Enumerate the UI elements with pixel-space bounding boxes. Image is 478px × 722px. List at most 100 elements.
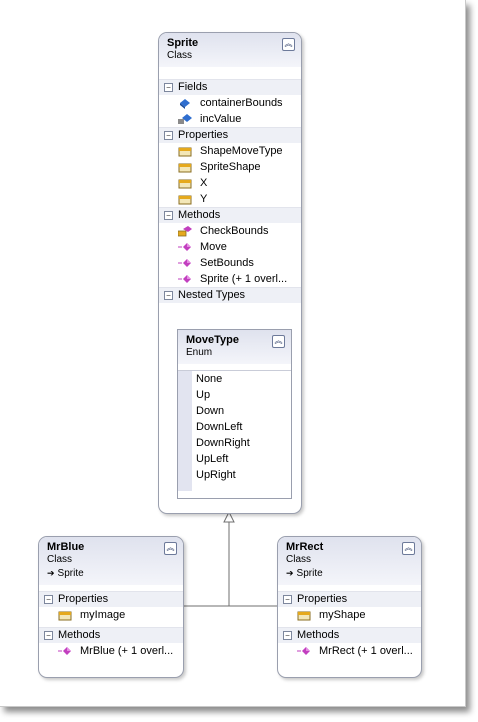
class-title: Sprite xyxy=(167,37,199,49)
section-label: Fields xyxy=(178,81,208,93)
enum-movetype[interactable]: MoveType Enum ︽ None Up Down DownLeft Do… xyxy=(177,329,292,499)
base-class: ➔ Sprite xyxy=(286,568,413,579)
member-property[interactable]: myImage xyxy=(39,607,183,623)
member-method[interactable]: Move xyxy=(159,239,301,255)
member-property[interactable]: Y xyxy=(159,191,301,207)
section-methods[interactable]: − Methods xyxy=(159,207,301,223)
member-label: myShape xyxy=(319,609,366,621)
property-icon xyxy=(178,195,192,205)
section-label: Properties xyxy=(178,129,229,141)
member-label: incValue xyxy=(200,113,242,125)
collapse-minus-icon[interactable]: − xyxy=(283,595,292,604)
section-fields[interactable]: − Fields xyxy=(159,79,301,95)
method-icon xyxy=(178,275,191,283)
member-label: Sprite (+ 1 overl... xyxy=(200,273,288,285)
base-class: ➔ Sprite xyxy=(47,568,175,579)
private-field-icon xyxy=(178,114,192,124)
collapse-chevron-icon[interactable]: ︽ xyxy=(272,335,285,348)
class-title: MrBlue xyxy=(47,541,85,553)
enum-value[interactable]: DownLeft xyxy=(178,419,291,435)
section-label: Methods xyxy=(58,629,101,641)
member-label: X xyxy=(200,177,208,189)
section-methods[interactable]: − Methods xyxy=(278,627,421,643)
enum-value[interactable]: DownRight xyxy=(178,435,291,451)
property-icon xyxy=(178,163,192,173)
member-label: myImage xyxy=(80,609,126,621)
class-mrrect[interactable]: MrRect Class ➔ Sprite ︽ − Properties mySh… xyxy=(277,536,422,678)
member-property[interactable]: X xyxy=(159,175,301,191)
method-icon xyxy=(178,259,191,267)
section-properties[interactable]: − Properties xyxy=(278,591,421,607)
member-label: Move xyxy=(200,241,227,253)
member-label: Y xyxy=(200,193,208,205)
protected-method-icon xyxy=(178,226,192,237)
enum-value[interactable]: UpLeft xyxy=(178,451,291,467)
method-icon xyxy=(178,243,191,251)
member-method[interactable]: MrBlue (+ 1 overl... xyxy=(39,643,183,659)
property-icon xyxy=(58,611,72,621)
collapse-minus-icon[interactable]: − xyxy=(44,595,53,604)
section-properties[interactable]: − Properties xyxy=(39,591,183,607)
enum-kind: Enum xyxy=(186,347,213,358)
enum-values: None Up Down DownLeft DownRight UpLeft U… xyxy=(178,370,291,491)
collapse-minus-icon[interactable]: − xyxy=(164,291,173,300)
section-label: Properties xyxy=(58,593,109,605)
class-kind: Class xyxy=(47,554,73,565)
section-properties[interactable]: − Properties xyxy=(159,127,301,143)
class-mrblue[interactable]: MrBlue Class ➔ Sprite ︽ − Properties myIm… xyxy=(38,536,184,678)
member-method[interactable]: CheckBounds xyxy=(159,223,301,239)
section-label: Nested Types xyxy=(178,289,246,301)
base-class-label: Sprite xyxy=(296,568,323,579)
member-label: MrRect (+ 1 overl... xyxy=(319,645,413,657)
enum-value[interactable]: Down xyxy=(178,403,291,419)
collapse-minus-icon[interactable]: − xyxy=(164,131,173,140)
section-nested-types[interactable]: − Nested Types xyxy=(159,287,301,303)
collapse-chevron-icon[interactable]: ︽ xyxy=(402,542,415,555)
member-label: ShapeMoveType xyxy=(200,145,283,157)
member-method[interactable]: SetBounds xyxy=(159,255,301,271)
collapse-minus-icon[interactable]: − xyxy=(164,211,173,220)
collapse-chevron-icon[interactable]: ︽ xyxy=(282,38,295,51)
member-label: SpriteShape xyxy=(200,161,261,173)
collapse-minus-icon[interactable]: − xyxy=(164,83,173,92)
class-kind: Class xyxy=(286,554,312,565)
inherits-arrow-icon: ➔ xyxy=(47,568,55,578)
enum-value[interactable]: UpRight xyxy=(178,467,291,483)
enum-header: MoveType Enum ︽ xyxy=(178,330,291,364)
inherits-arrow-icon: ➔ xyxy=(286,568,294,578)
section-label: Methods xyxy=(297,629,340,641)
class-header: MrBlue Class ➔ Sprite ︽ xyxy=(39,537,183,585)
class-kind: Class xyxy=(167,50,193,61)
enum-value[interactable]: Up xyxy=(178,387,291,403)
field-icon xyxy=(180,99,190,109)
member-property[interactable]: SpriteShape xyxy=(159,159,301,175)
member-method[interactable]: Sprite (+ 1 overl... xyxy=(159,271,301,287)
member-property[interactable]: myShape xyxy=(278,607,421,623)
class-title: MrRect xyxy=(286,541,324,553)
method-icon xyxy=(297,647,310,655)
member-field[interactable]: containerBounds xyxy=(159,95,301,111)
enum-title: MoveType xyxy=(186,334,239,346)
collapse-minus-icon[interactable]: − xyxy=(44,631,53,640)
section-label: Properties xyxy=(297,593,348,605)
member-method[interactable]: MrRect (+ 1 overl... xyxy=(278,643,421,659)
class-header: MrRect Class ➔ Sprite ︽ xyxy=(278,537,421,585)
member-label: MrBlue (+ 1 overl... xyxy=(80,645,174,657)
class-sprite[interactable]: Sprite Class ︽ − Fields containerBounds … xyxy=(158,32,302,514)
property-icon xyxy=(178,179,192,189)
enum-value[interactable]: None xyxy=(178,371,291,387)
section-methods[interactable]: − Methods xyxy=(39,627,183,643)
property-icon xyxy=(297,611,311,621)
collapse-chevron-icon[interactable]: ︽ xyxy=(164,542,177,555)
method-icon xyxy=(58,647,71,655)
member-label: CheckBounds xyxy=(200,225,269,237)
member-field[interactable]: incValue xyxy=(159,111,301,127)
base-class-label: Sprite xyxy=(57,568,84,579)
member-property[interactable]: ShapeMoveType xyxy=(159,143,301,159)
member-label: containerBounds xyxy=(200,97,283,109)
collapse-minus-icon[interactable]: − xyxy=(283,631,292,640)
section-label: Methods xyxy=(178,209,221,221)
class-header: Sprite Class ︽ xyxy=(159,33,301,67)
property-icon xyxy=(178,147,192,157)
member-label: SetBounds xyxy=(200,257,254,269)
